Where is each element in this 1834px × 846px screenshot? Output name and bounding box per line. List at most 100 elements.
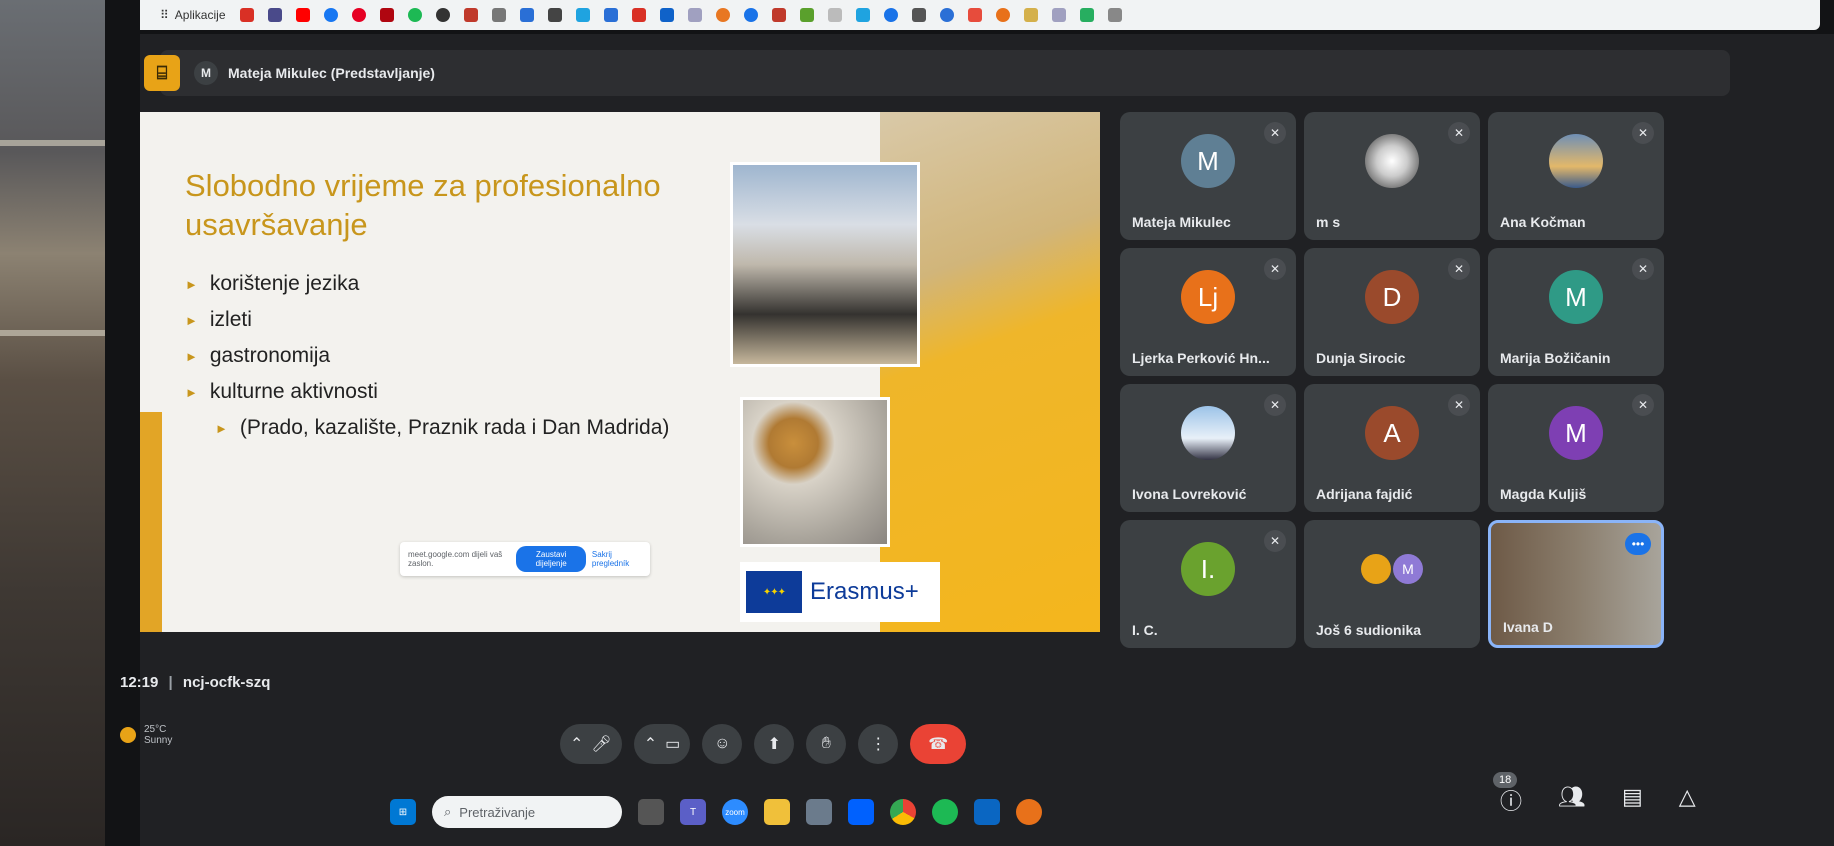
bookmark-icon[interactable]: [1023, 8, 1038, 22]
bookmark-icon[interactable]: [547, 8, 562, 22]
bookmark-icon[interactable]: [631, 8, 646, 22]
present-screen-icon: ⬆: [767, 736, 781, 753]
weather-widget[interactable]: 25°C Sunny: [120, 724, 172, 746]
calculator-icon[interactable]: [806, 799, 832, 825]
speaking-indicator-icon: •••: [1625, 533, 1651, 555]
bookmark-icon[interactable]: [827, 8, 842, 22]
raise-hand-button[interactable]: ✋︎: [806, 724, 847, 764]
participant-tile[interactable]: ✕ M Magda Kuljiš: [1488, 384, 1664, 512]
bookmark-icon[interactable]: [911, 8, 926, 22]
pinterest-icon[interactable]: [351, 8, 366, 22]
apps-bookmark[interactable]: ⠿ Aplikacije: [160, 8, 226, 22]
bullet-arrow-icon: ►: [215, 420, 228, 436]
mic-toggle-button[interactable]: ⌃ 🎤︎: [560, 724, 622, 764]
avatar: M: [194, 61, 218, 85]
chat-icon[interactable]: ▤: [1622, 784, 1643, 816]
bookmark-icon[interactable]: [519, 8, 534, 22]
bookmark-icon[interactable]: [463, 8, 478, 22]
presenter-chip[interactable]: M Mateja Mikulec (Predstavljanje): [194, 61, 435, 85]
meet-logo-icon[interactable]: ⌸: [144, 55, 180, 91]
participant-tile[interactable]: ✕ M Marija Božičanin: [1488, 248, 1664, 376]
bookmark-icon[interactable]: [687, 8, 702, 22]
gmail-icon[interactable]: [239, 8, 254, 22]
app-icon[interactable]: [1016, 799, 1042, 825]
participant-tile[interactable]: ✕ Lj Ljerka Perković Hn...: [1120, 248, 1296, 376]
share-notice: meet.google.com dijeli vaš zaslon.: [408, 550, 503, 568]
camera-toggle-button[interactable]: ⌃ ▭: [633, 724, 691, 764]
bookmark-icon[interactable]: [267, 8, 282, 22]
task-view-icon[interactable]: [638, 799, 664, 825]
participant-tile[interactable]: ✕ M Mateja Mikulec: [1120, 112, 1296, 240]
zoom-icon[interactable]: zoom: [722, 799, 748, 825]
bullet-item: ► izleti: [185, 308, 252, 331]
bookmark-icon[interactable]: [1107, 8, 1122, 22]
more-participants-tile[interactable]: M Još 6 sudionika: [1304, 520, 1480, 648]
teams-icon[interactable]: T: [680, 799, 706, 825]
participant-name: Ivana D: [1503, 619, 1553, 635]
bookmark-icon[interactable]: [435, 8, 450, 22]
chrome-icon[interactable]: [890, 799, 916, 825]
bookmark-icon[interactable]: [715, 8, 730, 22]
activities-icon[interactable]: △: [1679, 784, 1696, 816]
hand-icon: ✋︎: [821, 735, 831, 752]
stop-sharing-button[interactable]: Zaustavi dijeljenje: [516, 546, 586, 572]
participant-name: Ljerka Perković Hn...: [1132, 350, 1270, 366]
bookmark-icon[interactable]: [939, 8, 954, 22]
hide-link[interactable]: Sakrij pregledník: [592, 550, 642, 568]
more-options-button[interactable]: ⋮: [858, 724, 899, 764]
windows-start-icon[interactable]: ⊞: [390, 799, 416, 825]
mic-off-icon: ✕: [1264, 258, 1286, 280]
sun-icon: [120, 727, 136, 743]
windows-taskbar: ⊞ ⌕ Pretraživanje T zoom: [390, 796, 1042, 828]
bullet-list: ► korištenje jezika ► izleti ► gastronomija…: [185, 272, 669, 452]
app-icon[interactable]: [974, 799, 1000, 825]
avatar-stack: M: [1361, 554, 1423, 584]
room-background: [0, 0, 110, 846]
spotify-icon[interactable]: [407, 8, 422, 22]
bullet-item: ► kulturne aktivnosti: [185, 380, 378, 403]
more-participants-label: Još 6 sudionika: [1316, 622, 1422, 638]
spotify-icon[interactable]: [932, 799, 958, 825]
file-explorer-icon[interactable]: [764, 799, 790, 825]
netflix-icon[interactable]: [379, 8, 394, 22]
bookmark-icon[interactable]: [491, 8, 506, 22]
bookmark-icon[interactable]: [995, 8, 1010, 22]
avatar: M: [1549, 406, 1603, 460]
bookmark-icon[interactable]: [883, 8, 898, 22]
leave-call-button[interactable]: ☎: [910, 724, 967, 764]
participant-tile[interactable]: ✕ Ana Kočman: [1488, 112, 1664, 240]
bookmark-icon[interactable]: [603, 8, 618, 22]
reactions-button[interactable]: ☺: [702, 724, 743, 764]
bookmark-icon[interactable]: [799, 8, 814, 22]
present-button[interactable]: ⬆: [754, 724, 795, 764]
bookmark-icon[interactable]: [967, 8, 982, 22]
presenter-label: Mateja Mikulec (Predstavljanje): [228, 65, 435, 81]
bookmark-icon[interactable]: [743, 8, 758, 22]
avatar: D: [1365, 270, 1419, 324]
self-view-tile[interactable]: ••• Ivana D: [1488, 520, 1664, 648]
sub-bullet-item: ► (Prado, kazalište, Praznik rada i Dan M…: [215, 416, 670, 439]
participant-tile[interactable]: ✕ D Dunja Sirocic: [1304, 248, 1480, 376]
info-icon[interactable]: ⓘ: [1500, 784, 1522, 816]
screen-share-bar: meet.google.com dijeli vaš zaslon. Zaust…: [400, 542, 650, 576]
participant-name: Dunja Sirocic: [1316, 350, 1406, 366]
bookmark-icon[interactable]: [575, 8, 590, 22]
dropbox-icon[interactable]: [848, 799, 874, 825]
avatar: M: [1393, 554, 1423, 584]
bookmark-icon[interactable]: [1079, 8, 1094, 22]
bookmark-icon[interactable]: [855, 8, 870, 22]
participant-tile[interactable]: ✕ A Adrijana fajdić: [1304, 384, 1480, 512]
bookmark-icon[interactable]: [1051, 8, 1066, 22]
people-icon[interactable]: 👥︎: [1558, 784, 1586, 816]
bullet-arrow-icon: ►: [185, 384, 198, 400]
avatar: [1361, 554, 1391, 584]
facebook-icon[interactable]: [323, 8, 338, 22]
meeting-details: 12:19 | ncj-ocfk-szq: [120, 674, 270, 691]
taskbar-search[interactable]: ⌕ Pretraživanje: [432, 796, 622, 828]
participant-tile[interactable]: ✕ m s: [1304, 112, 1480, 240]
participant-tile[interactable]: ✕ I. I. C.: [1120, 520, 1296, 648]
participant-tile[interactable]: ✕ Ivona Lovreković: [1120, 384, 1296, 512]
onedrive-icon[interactable]: [659, 8, 674, 22]
bookmark-icon[interactable]: [771, 8, 786, 22]
youtube-icon[interactable]: [295, 8, 310, 22]
